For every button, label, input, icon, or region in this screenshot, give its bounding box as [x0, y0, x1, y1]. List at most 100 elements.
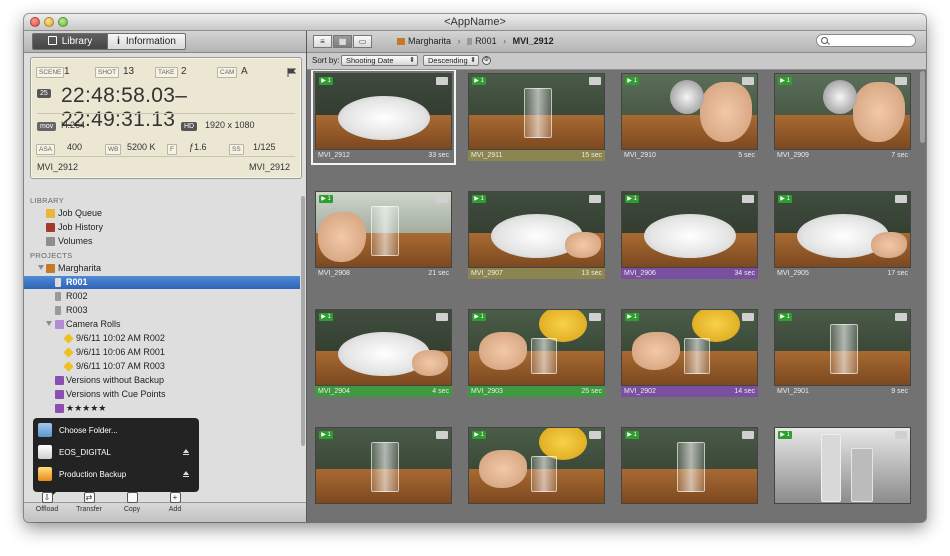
sidebar-item-r002[interactable]: R002 [24, 290, 300, 303]
information-tab[interactable]: i Information [107, 33, 186, 50]
smart-folder-icon [55, 390, 64, 399]
clip-thumbnail[interactable]: ▶ 1 MVI_2910 5 sec [621, 73, 758, 161]
transfer-button[interactable]: ⇄ Transfer [74, 492, 104, 513]
clip-thumbnail[interactable]: ▶ 1 MVI_2905 17 sec [774, 191, 911, 279]
clip-name: MVI_2912 [318, 152, 350, 159]
search-field[interactable] [816, 34, 916, 47]
sort-field-select[interactable]: Shooting Date [341, 55, 418, 66]
sidebar-item-camera-roll[interactable]: 9/6/11 10:07 AM R003 [24, 360, 300, 373]
clip-thumbnail[interactable]: ▶ 1 [774, 427, 911, 515]
sort-options-button[interactable]: ⚙ [482, 56, 491, 65]
sort-order-select[interactable]: Descending [423, 55, 479, 66]
menu-item-production-backup[interactable]: Production Backup [33, 464, 199, 485]
play-badge-icon: ▶ 1 [625, 77, 639, 85]
clip-caption [621, 504, 758, 515]
sidebar-item-camera-roll[interactable]: 9/6/11 10:06 AM R001 [24, 346, 300, 359]
sidebar-item-r003[interactable]: R003 [24, 304, 300, 317]
left-pane: Library i Information SCENE 1 SHOT 13 TAK… [24, 31, 306, 522]
clip-thumbnail[interactable]: ▶ 1 MVI_2902 14 sec [621, 309, 758, 397]
wb-tag: WB [105, 144, 122, 155]
sidebar-item-project-margharita[interactable]: Margharita [24, 262, 300, 275]
clip-grid: ▶ 1 MVI_2912 33 sec ▶ 1 MVI_2911 15 sec ▶ 1 MVI… [307, 70, 919, 522]
clip-thumbnail[interactable]: ▶ 1 [315, 427, 452, 515]
fps-badge: 25 [37, 89, 51, 98]
clip-caption: MVI_2911 15 sec [468, 150, 605, 161]
search-icon [821, 37, 828, 44]
add-label: Add [168, 506, 182, 513]
clip-thumbnail[interactable]: ▶ 1 MVI_2912 33 sec [311, 70, 456, 165]
list-view-button[interactable]: ≡ [313, 35, 332, 48]
clip-thumbnail[interactable]: ▶ 1 MVI_2903 25 sec [468, 309, 605, 397]
breadcrumb-clip[interactable]: MVI_2912 [513, 36, 554, 46]
breadcrumb-project[interactable]: Margharita [408, 36, 451, 46]
clip-thumbnail[interactable]: ▶ 1 MVI_2911 15 sec [468, 73, 605, 161]
clip-preview-image: ▶ 1 [315, 309, 452, 386]
left-bottom-toolbar: ⇩ Offload ⇄ Transfer Copy + Add [24, 492, 306, 522]
offload-button[interactable]: ⇩ Offload [32, 492, 62, 513]
flag-icon[interactable] [287, 68, 296, 77]
clip-thumbnail[interactable]: ▶ 1 MVI_2904 4 sec [315, 309, 452, 397]
sidebar-scrollbar[interactable] [301, 196, 305, 446]
copy-label: Copy [123, 506, 141, 513]
clip-thumbnail[interactable]: ▶ 1 MVI_2906 34 sec [621, 191, 758, 279]
copy-button[interactable]: Copy [117, 492, 147, 513]
camera-roll-icon [63, 347, 74, 358]
eject-icon[interactable] [183, 471, 189, 477]
sidebar-item-camera-rolls[interactable]: Camera Rolls [24, 318, 300, 331]
sidebar-item-versions-with-cue-points[interactable]: Versions with Cue Points [24, 388, 300, 401]
backup-disk-icon [38, 467, 52, 481]
clip-name: MVI_2906 [624, 270, 656, 277]
asa-value: 400 [67, 142, 83, 152]
play-badge-icon: ▶ 1 [625, 431, 639, 439]
breadcrumb-roll[interactable]: R001 [475, 36, 497, 46]
menu-item-choose-folder[interactable]: Choose Folder... [33, 420, 199, 441]
film-badge-icon [742, 431, 754, 439]
library-tab[interactable]: Library [32, 33, 107, 50]
sidebar-item-camera-roll[interactable]: 9/6/11 10:02 AM R002 [24, 332, 300, 345]
chevron-right-icon: › [503, 36, 507, 46]
sidebar-item-label: ★★★★★ [66, 403, 107, 413]
codec-tag: mov [37, 122, 57, 131]
sidebar-item-label: Job Queue [58, 208, 103, 218]
sidebar-item-versions-without-backup[interactable]: Versions without Backup [24, 374, 300, 387]
cam-value: A [241, 66, 248, 77]
sidebar-item-volumes[interactable]: Volumes [24, 235, 300, 248]
play-badge-icon: ▶ 1 [319, 313, 333, 321]
clip-thumbnail[interactable]: ▶ 1 [468, 427, 605, 515]
clip-thumbnail[interactable]: ▶ 1 MVI_2907 13 sec [468, 191, 605, 279]
sidebar-item-label: Camera Rolls [66, 319, 121, 329]
project-icon [46, 264, 55, 273]
clip-preview-image: ▶ 1 [468, 73, 605, 150]
clip-thumbnail[interactable]: ▶ 1 [621, 427, 758, 515]
clip-caption: MVI_2909 7 sec [774, 150, 911, 161]
sidebar-item-job-queue[interactable]: Job Queue [24, 207, 300, 220]
play-badge-icon: ▶ 1 [778, 431, 792, 439]
sidebar-item-r001[interactable]: R001 [24, 276, 300, 289]
menu-item-eos-digital[interactable]: EOS_DIGITAL [33, 442, 199, 463]
clip-preview-image: ▶ 1 [468, 427, 605, 504]
search-input[interactable] [831, 35, 911, 46]
cam-tag: CAM [217, 67, 238, 78]
clip-duration: 7 sec [891, 152, 908, 159]
browser-pane: ≡ ▦ ▭ Margharita › R001 › MVI_2912 Sort … [307, 31, 926, 522]
clip-caption: MVI_2904 4 sec [315, 386, 452, 397]
add-button[interactable]: + Add [160, 492, 190, 513]
clip-name: MVI_2909 [777, 152, 809, 159]
sidebar-item-five-stars[interactable]: ★★★★★ [24, 402, 300, 415]
clip-thumbnail[interactable]: ▶ 1 MVI_2901 9 sec [774, 309, 911, 397]
eject-icon[interactable] [183, 449, 189, 455]
filmstrip-view-button[interactable]: ▭ [353, 35, 372, 48]
play-badge-icon: ▶ 1 [472, 313, 486, 321]
play-badge-icon: ▶ 1 [778, 313, 792, 321]
clip-thumbnail[interactable]: ▶ 1 MVI_2908 21 sec [315, 191, 452, 279]
shot-value: 13 [123, 66, 135, 77]
film-badge-icon [589, 431, 601, 439]
sidebar-item-job-history[interactable]: Job History [24, 221, 300, 234]
grid-view-button[interactable]: ▦ [333, 35, 352, 48]
clip-thumbnail[interactable]: ▶ 1 MVI_2909 7 sec [774, 73, 911, 161]
play-badge-icon: ▶ 1 [319, 77, 333, 85]
disclosure-triangle-icon[interactable] [38, 265, 44, 270]
disclosure-triangle-icon[interactable] [46, 321, 52, 326]
clip-duration: 4 sec [432, 388, 449, 395]
grid-scrollbar[interactable] [920, 71, 925, 143]
